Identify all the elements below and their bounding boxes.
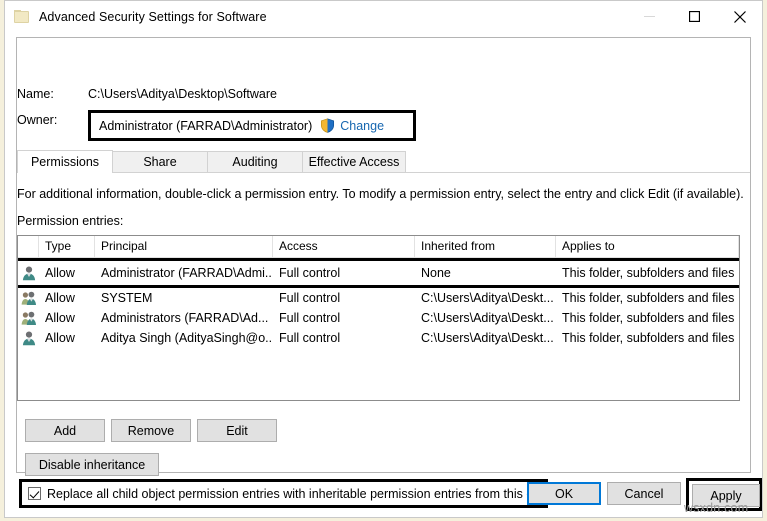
owner-field-row: Owner:: [17, 113, 88, 127]
table-header-applies-to[interactable]: Applies to: [556, 236, 739, 257]
cell-access: Full control: [273, 289, 415, 308]
tab-strip-underline: [17, 172, 750, 173]
cell-principal: Administrators (FARRAD\Ad...: [95, 309, 273, 328]
cell-type: Allow: [39, 309, 95, 328]
caption-button-group: [627, 1, 762, 32]
cancel-button[interactable]: Cancel: [607, 482, 681, 505]
cell-inherited-from: C:\Users\Aditya\Deskt...: [415, 309, 556, 328]
cell-type: Allow: [39, 289, 95, 308]
name-label: Name:: [17, 87, 88, 101]
cell-inherited-from: C:\Users\Aditya\Deskt...: [415, 329, 556, 348]
table-row[interactable]: AllowAdministrator (FARRAD\Admi...Full c…: [18, 258, 739, 288]
user-icon: [18, 265, 39, 281]
advanced-security-settings-dialog: Advanced Security Settings for Software …: [4, 0, 763, 518]
window-title: Advanced Security Settings for Software: [39, 10, 267, 24]
tab-permissions[interactable]: Permissions: [17, 150, 113, 173]
table-row[interactable]: AllowAditya Singh (AdityaSingh@o...Full …: [18, 328, 739, 348]
minimize-button[interactable]: [627, 1, 672, 32]
cell-access: Full control: [273, 309, 415, 328]
cell-principal: Aditya Singh (AdityaSingh@o...: [95, 329, 273, 348]
apply-highlight-box: Apply: [686, 478, 762, 511]
tab-strip: Permissions Share Auditing Effective Acc…: [17, 150, 750, 173]
ok-button[interactable]: OK: [527, 482, 601, 505]
cell-applies-to: This folder, subfolders and files: [556, 329, 739, 348]
add-button[interactable]: Add: [25, 419, 105, 442]
permission-entries-table[interactable]: Type Principal Access Inherited from App…: [17, 235, 740, 401]
table-header-row: Type Principal Access Inherited from App…: [18, 236, 739, 258]
owner-highlight-box: Administrator (FARRAD\Administrator) Cha…: [88, 110, 416, 141]
cell-applies-to: This folder, subfolders and files: [556, 289, 739, 308]
table-header-inherited-from[interactable]: Inherited from: [415, 236, 556, 257]
cell-access: Full control: [273, 329, 415, 348]
cell-type: Allow: [39, 329, 95, 348]
cell-inherited-from: None: [415, 264, 556, 283]
cell-principal: Administrator (FARRAD\Admi...: [95, 264, 273, 283]
tab-share[interactable]: Share: [112, 151, 208, 173]
user-icon: [18, 330, 39, 346]
title-bar: Advanced Security Settings for Software: [5, 1, 762, 32]
active-tab-underline-mask: [18, 172, 112, 173]
dialog-footer: OK Cancel Apply: [5, 473, 762, 517]
name-field-row: Name: C:\Users\Aditya\Desktop\Software: [17, 87, 277, 101]
remove-button[interactable]: Remove: [111, 419, 191, 442]
dialog-client-area: Name: C:\Users\Aditya\Desktop\Software O…: [5, 32, 762, 517]
tab-auditing[interactable]: Auditing: [207, 151, 303, 173]
name-value: C:\Users\Aditya\Desktop\Software: [88, 87, 277, 101]
table-body: AllowAdministrator (FARRAD\Admi...Full c…: [18, 258, 739, 348]
uac-shield-icon: [320, 118, 335, 133]
permission-entries-label: Permission entries:: [17, 214, 123, 228]
group-icon: [18, 310, 39, 326]
info-text: For additional information, double-click…: [17, 187, 748, 202]
apply-button[interactable]: Apply: [692, 484, 760, 507]
cell-applies-to: This folder, subfolders and files: [556, 309, 739, 328]
table-header-principal[interactable]: Principal: [95, 236, 273, 257]
change-owner-link[interactable]: Change: [340, 119, 384, 133]
folder-icon: [14, 10, 30, 24]
cell-applies-to: This folder, subfolders and files: [556, 264, 739, 283]
tab-effective-access[interactable]: Effective Access: [302, 151, 406, 173]
table-row[interactable]: AllowAdministrators (FARRAD\Ad...Full co…: [18, 308, 739, 328]
table-row[interactable]: AllowSYSTEMFull controlC:\Users\Aditya\D…: [18, 288, 739, 308]
cell-principal: SYSTEM: [95, 289, 273, 308]
edit-button[interactable]: Edit: [197, 419, 277, 442]
owner-value: Administrator (FARRAD\Administrator): [99, 119, 312, 133]
owner-label: Owner:: [17, 113, 88, 127]
table-header-access[interactable]: Access: [273, 236, 415, 257]
group-icon: [18, 290, 39, 306]
table-header-type[interactable]: Type: [39, 236, 95, 257]
maximize-button[interactable]: [672, 1, 717, 32]
cell-inherited-from: C:\Users\Aditya\Deskt...: [415, 289, 556, 308]
cell-type: Allow: [39, 264, 95, 283]
close-button[interactable]: [717, 1, 762, 32]
cell-access: Full control: [273, 264, 415, 283]
table-header-icon[interactable]: [18, 236, 39, 257]
